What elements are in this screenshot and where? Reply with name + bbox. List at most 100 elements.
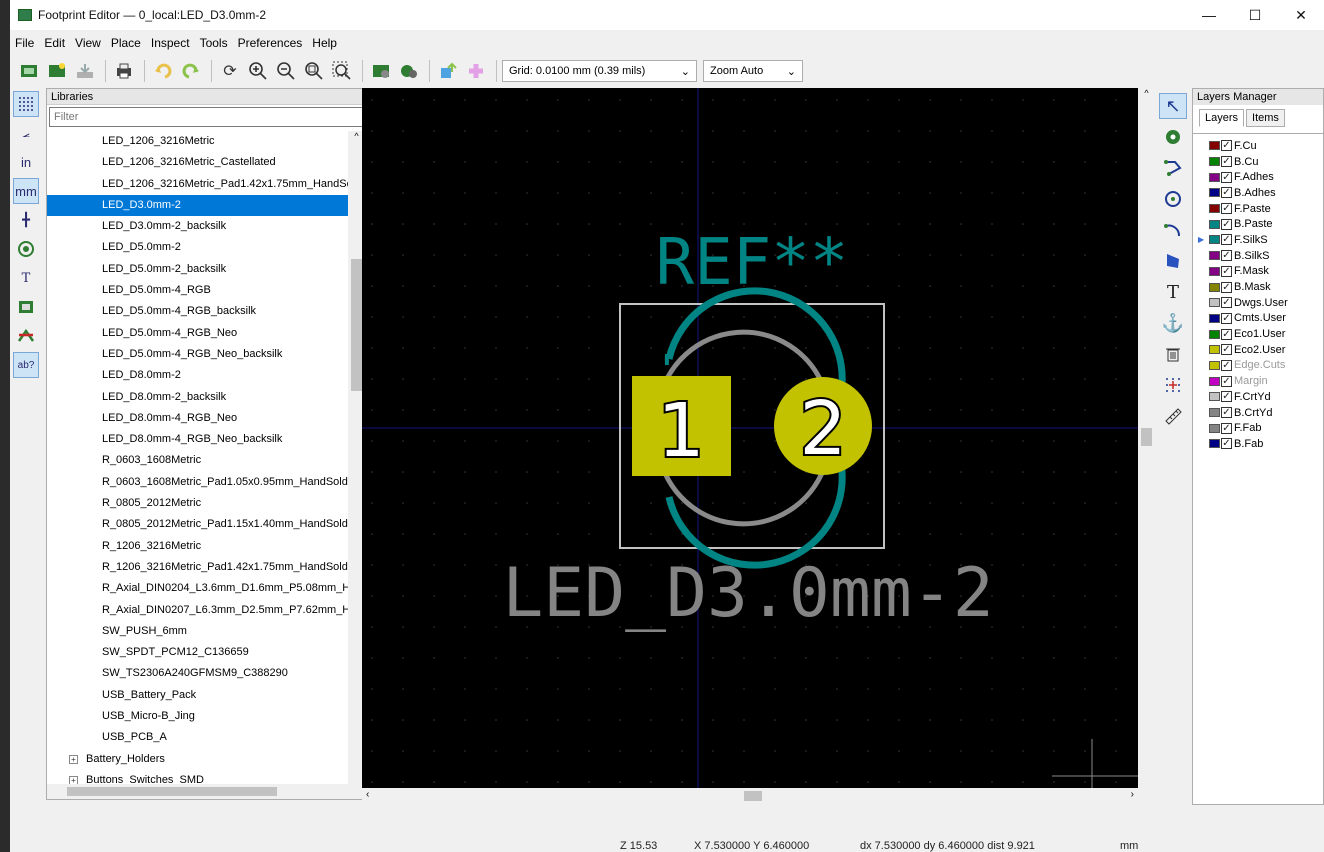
layer-visibility-checkbox[interactable]: ✓ — [1221, 171, 1232, 183]
library-footprint-item[interactable]: LED_D8.0mm-2 — [47, 365, 349, 386]
canvas-vertical-scrollbar[interactable]: ^ — [1138, 88, 1155, 788]
layer-color-swatch[interactable] — [1209, 360, 1220, 370]
menu-tools[interactable]: Tools — [195, 36, 233, 50]
zoom-out-icon[interactable] — [273, 58, 299, 84]
library-footprint-item[interactable]: SW_SPDT_PCM12_C136659 — [47, 642, 349, 663]
layer-row[interactable]: ✓ F.Mask — [1193, 264, 1323, 280]
menu-file[interactable]: File — [10, 36, 39, 50]
expand-plus-icon[interactable]: + — [69, 754, 78, 764]
layer-color-swatch[interactable] — [1209, 298, 1220, 308]
menu-help[interactable]: Help — [307, 36, 342, 50]
layer-row[interactable]: ✓ B.CrtYd — [1193, 405, 1323, 421]
select-arrow-icon[interactable]: ↖ — [1159, 93, 1187, 119]
library-group-item[interactable]: + Battery_Holders — [47, 749, 349, 770]
add-text-icon[interactable]: T — [1159, 279, 1187, 305]
layer-row[interactable]: ✓ B.Paste — [1193, 216, 1323, 232]
zoom-select[interactable]: Zoom Auto ⌄ — [703, 60, 803, 82]
library-footprint-item[interactable]: R_1206_3216Metric — [47, 536, 349, 557]
library-footprint-item[interactable]: LED_D8.0mm-2_backsilk — [47, 387, 349, 408]
layer-row[interactable]: ✓ Eco1.User — [1193, 326, 1323, 342]
layer-row[interactable]: ✓ B.Fab — [1193, 436, 1323, 452]
layer-color-swatch[interactable] — [1209, 423, 1220, 433]
layer-row[interactable]: ▶ ✓ F.SilkS — [1193, 232, 1323, 248]
grid-origin-icon[interactable] — [1159, 372, 1187, 398]
layer-row[interactable]: ✓ F.Adhes — [1193, 169, 1323, 185]
layer-row[interactable]: ✓ F.CrtYd — [1193, 389, 1323, 405]
layer-color-swatch[interactable] — [1209, 376, 1220, 386]
add-pad-icon[interactable] — [1159, 124, 1187, 150]
library-footprint-item[interactable]: USB_PCB_A — [47, 727, 349, 748]
add-circle-icon[interactable] — [1159, 186, 1187, 212]
set-anchor-icon[interactable]: ⚓ — [1159, 310, 1187, 336]
library-footprint-item[interactable]: LED_D5.0mm-2_backsilk — [47, 259, 349, 280]
layer-color-swatch[interactable] — [1209, 345, 1220, 355]
layer-color-swatch[interactable] — [1209, 408, 1220, 418]
layer-visibility-checkbox[interactable]: ✓ — [1221, 265, 1232, 277]
layer-visibility-checkbox[interactable]: ✓ — [1221, 140, 1232, 152]
layer-visibility-checkbox[interactable]: ✓ — [1221, 187, 1232, 199]
library-footprint-item[interactable]: R_1206_3216Metric_Pad1.42x1.75mm_HandSol… — [47, 557, 349, 578]
library-footprint-item[interactable]: USB_Battery_Pack — [47, 685, 349, 706]
layer-color-swatch[interactable] — [1209, 251, 1220, 261]
layer-color-swatch[interactable] — [1209, 219, 1220, 229]
layer-color-swatch[interactable] — [1209, 204, 1220, 214]
layer-visibility-checkbox[interactable]: ✓ — [1221, 250, 1232, 262]
reference-text[interactable]: REF** — [656, 226, 849, 300]
layer-row[interactable]: ✓ B.SilkS — [1193, 248, 1323, 264]
library-footprint-item[interactable]: LED_1206_3216Metric_Castellated — [47, 152, 349, 173]
library-footprint-item[interactable]: LED_D8.0mm-4_RGB_Neo_backsilk — [47, 429, 349, 450]
library-footprint-item[interactable]: SW_TS2306A240GFMSM9_C388290 — [47, 663, 349, 684]
layer-row[interactable]: ✓ B.Cu — [1193, 154, 1323, 170]
new-footprint-wizard-icon[interactable] — [44, 58, 70, 84]
library-footprint-item[interactable]: R_0805_2012Metric_Pad1.15x1.40mm_HandSol… — [47, 514, 349, 535]
menu-preferences[interactable]: Preferences — [233, 36, 308, 50]
layer-visibility-checkbox[interactable]: ✓ — [1221, 297, 1232, 309]
layer-visibility-checkbox[interactable]: ✓ — [1221, 344, 1232, 356]
scroll-left-icon[interactable]: ‹ — [366, 789, 369, 800]
close-button[interactable]: ✕ — [1278, 0, 1324, 30]
mm-units-icon[interactable]: mm — [13, 178, 39, 204]
library-horizontal-scrollbar[interactable] — [47, 784, 365, 799]
inch-units-icon[interactable]: in — [13, 149, 39, 175]
menu-view[interactable]: View — [70, 36, 106, 50]
layer-color-swatch[interactable] — [1209, 392, 1220, 402]
tab-layers[interactable]: Layers — [1199, 109, 1245, 127]
menu-place[interactable]: Place — [106, 36, 146, 50]
layer-row[interactable]: ✓ B.Adhes — [1193, 185, 1323, 201]
library-footprint-item[interactable]: R_Axial_DIN0204_L3.6mm_D1.6mm_P5.08mm_H — [47, 578, 349, 599]
layer-color-swatch[interactable] — [1209, 141, 1220, 151]
layer-visibility-checkbox[interactable]: ✓ — [1221, 391, 1232, 403]
layer-color-swatch[interactable] — [1209, 313, 1220, 323]
maximize-button[interactable]: ☐ — [1232, 0, 1278, 30]
layer-visibility-checkbox[interactable]: ✓ — [1221, 359, 1232, 371]
library-footprint-item[interactable]: LED_1206_3216Metric_Pad1.42x1.75mm_HandS… — [47, 174, 349, 195]
insert-into-board-icon[interactable] — [463, 58, 489, 84]
layer-visibility-checkbox[interactable]: ✓ — [1221, 375, 1232, 387]
new-footprint-icon[interactable] — [16, 58, 42, 84]
library-footprint-item[interactable]: R_0603_1608Metric — [47, 450, 349, 471]
zoom-in-icon[interactable] — [245, 58, 271, 84]
zoom-fit-icon[interactable] — [301, 58, 327, 84]
scroll-up-icon[interactable]: ^ — [1138, 88, 1155, 98]
library-footprint-item[interactable]: LED_D5.0mm-4_RGB_Neo — [47, 323, 349, 344]
load-from-board-icon[interactable] — [435, 58, 461, 84]
layer-visibility-checkbox[interactable]: ✓ — [1221, 328, 1232, 340]
layer-visibility-checkbox[interactable]: ✓ — [1221, 156, 1232, 168]
library-footprint-item[interactable]: LED_1206_3216Metric — [47, 131, 349, 152]
layer-color-swatch[interactable] — [1209, 157, 1220, 167]
import-footprint-icon[interactable] — [72, 58, 98, 84]
library-footprint-item[interactable]: R_0805_2012Metric — [47, 493, 349, 514]
layer-row[interactable]: ✓ F.Cu — [1193, 138, 1323, 154]
layer-row[interactable]: ✓ Dwgs.User — [1193, 295, 1323, 311]
minimize-button[interactable]: — — [1186, 0, 1232, 30]
refresh-icon[interactable]: ⟳ — [217, 58, 243, 84]
add-arc-icon[interactable] — [1159, 217, 1187, 243]
layer-row[interactable]: ✓ Cmts.User — [1193, 311, 1323, 327]
polar-coords-icon[interactable]: ⦟ — [13, 120, 39, 146]
value-text[interactable]: LED_D3.0mm-2 — [502, 554, 993, 633]
library-footprint-item[interactable]: USB_Micro-B_Jing — [47, 706, 349, 727]
library-footprint-item[interactable]: LED_D5.0mm-4_RGB_backsilk — [47, 301, 349, 322]
layer-color-swatch[interactable] — [1209, 439, 1220, 449]
zoom-selection-icon[interactable] — [329, 58, 355, 84]
layer-visibility-checkbox[interactable]: ✓ — [1221, 203, 1232, 215]
